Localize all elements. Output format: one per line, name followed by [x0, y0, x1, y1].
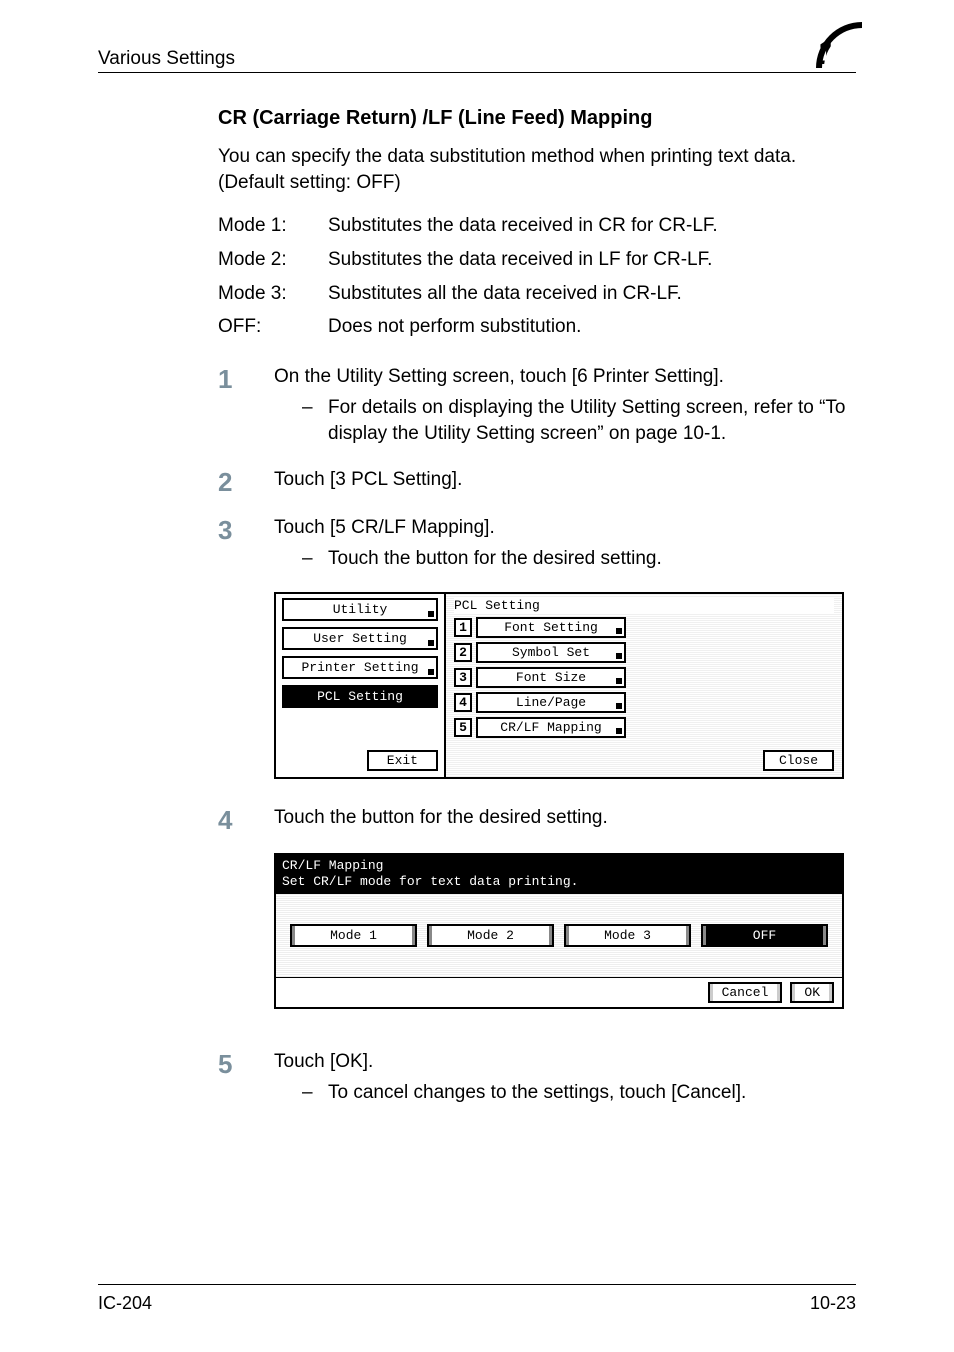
footer-model: IC-204	[98, 1293, 152, 1314]
line-page-button[interactable]: Line/Page	[476, 692, 626, 713]
page-header: Various Settings 10	[98, 36, 856, 73]
exit-button[interactable]: Exit	[367, 750, 438, 771]
off-button-selected[interactable]: OFF	[701, 924, 828, 947]
option-number: 5	[454, 718, 472, 737]
step-text: Touch the button for the desired setting…	[274, 805, 856, 831]
bullet-dash: –	[302, 395, 328, 446]
mode1-button[interactable]: Mode 1	[290, 924, 417, 947]
intro-paragraph: You can specify the data substitution me…	[218, 144, 856, 195]
step-4: 4 Touch the button for the desired setti…	[218, 805, 856, 833]
mode-label: Mode 3:	[218, 281, 328, 307]
close-button[interactable]: Close	[763, 750, 834, 771]
symbol-set-button[interactable]: Symbol Set	[476, 642, 626, 663]
step-text: Touch [5 CR/LF Mapping].	[274, 515, 856, 541]
bullet-dash: –	[302, 546, 328, 572]
mode-label: Mode 1:	[218, 213, 328, 239]
step-text: On the Utility Setting screen, touch [6 …	[274, 364, 856, 390]
footer-page-number: 10-23	[810, 1293, 856, 1314]
ok-button[interactable]: OK	[790, 982, 834, 1003]
step-number: 4	[218, 805, 274, 833]
font-size-button[interactable]: Font Size	[476, 667, 626, 688]
crlf-mapping-screenshot: CR/LF Mapping Set CR/LF mode for text da…	[274, 853, 844, 1009]
step-3: 3 Touch [5 CR/LF Mapping]. – Touch the b…	[218, 515, 856, 572]
step-number: 5	[218, 1049, 274, 1077]
step-text: Touch [3 PCL Setting].	[274, 467, 856, 493]
page-footer: IC-204 10-23	[98, 1284, 856, 1314]
bullet-dash: –	[302, 1080, 328, 1106]
mode-label: Mode 2:	[218, 247, 328, 273]
option-number: 2	[454, 643, 472, 662]
breadcrumb-printer-setting[interactable]: Printer Setting	[282, 656, 438, 679]
mode-definitions: Mode 1: Substitutes the data received in…	[218, 213, 856, 340]
font-setting-button[interactable]: Font Setting	[476, 617, 626, 638]
step-subtext: For details on displaying the Utility Se…	[328, 395, 856, 446]
step-text: Touch [OK].	[274, 1049, 856, 1075]
breadcrumb-user-setting[interactable]: User Setting	[282, 627, 438, 650]
mode2-button[interactable]: Mode 2	[427, 924, 554, 947]
mode-desc: Substitutes the data received in CR for …	[328, 213, 718, 239]
mode-desc: Substitutes the data received in LF for …	[328, 247, 712, 273]
option-number: 4	[454, 693, 472, 712]
breadcrumb-utility[interactable]: Utility	[282, 598, 438, 621]
section-title: CR (Carriage Return) /LF (Line Feed) Map…	[218, 107, 856, 130]
panel2-subtitle: Set CR/LF mode for text data printing.	[282, 874, 836, 890]
mode3-button[interactable]: Mode 3	[564, 924, 691, 947]
step-number: 2	[218, 467, 274, 495]
mode-label: OFF:	[218, 314, 328, 340]
panel2-title: CR/LF Mapping	[282, 858, 836, 874]
option-number: 1	[454, 618, 472, 637]
crlf-mapping-button[interactable]: CR/LF Mapping	[476, 717, 626, 738]
step-number: 3	[218, 515, 274, 543]
panel-title: PCL Setting	[454, 598, 834, 613]
mode-desc: Does not perform substitution.	[328, 314, 581, 340]
pcl-setting-screenshot: Utility User Setting Printer Setting PCL…	[274, 592, 844, 779]
step-1: 1 On the Utility Setting screen, touch […	[218, 364, 856, 447]
step-subtext: To cancel changes to the settings, touch…	[328, 1080, 856, 1106]
cancel-button[interactable]: Cancel	[708, 982, 783, 1003]
step-2: 2 Touch [3 PCL Setting].	[218, 467, 856, 495]
header-section-title: Various Settings	[98, 48, 235, 70]
mode-desc: Substitutes all the data received in CR-…	[328, 281, 682, 307]
step-5: 5 Touch [OK]. – To cancel changes to the…	[218, 1049, 856, 1106]
option-number: 3	[454, 668, 472, 687]
step-subtext: Touch the button for the desired setting…	[328, 546, 856, 572]
corner-decor-icon	[816, 22, 862, 68]
step-number: 1	[218, 364, 274, 392]
breadcrumb-pcl-setting-selected[interactable]: PCL Setting	[282, 685, 438, 708]
